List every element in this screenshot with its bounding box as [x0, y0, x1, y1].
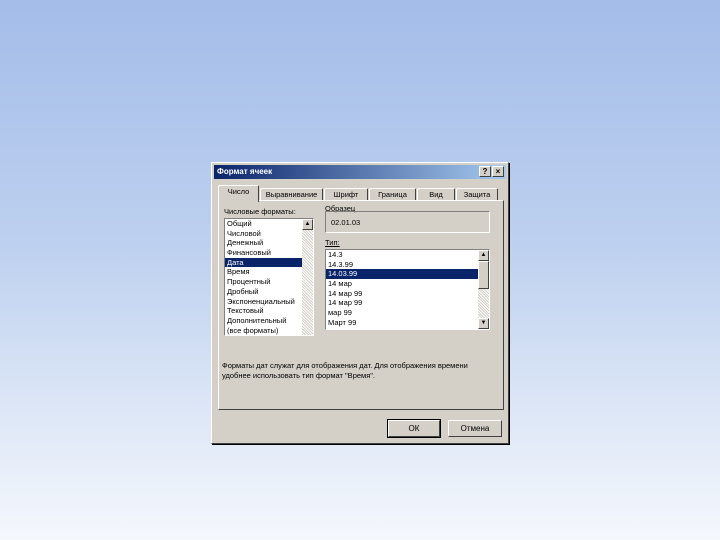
format-list-item[interactable]: Дробный [225, 287, 313, 297]
scroll-down-button[interactable]: ▼ [478, 318, 489, 329]
format-list-item[interactable]: Экспоненциальный [225, 297, 313, 307]
scroll-up-button[interactable]: ▲ [302, 219, 313, 230]
format-list-item[interactable]: Денежный [225, 238, 313, 248]
dialog-title: Формат ячеек [217, 167, 273, 176]
type-scrollbar[interactable]: ▲ ▼ [478, 250, 489, 329]
format-list-item[interactable]: Общий [225, 219, 313, 229]
type-list-item[interactable]: 14.3 [326, 250, 489, 260]
dialog-titlebar[interactable]: Формат ячеек ? × [214, 165, 506, 179]
scroll-thumb[interactable] [478, 261, 489, 289]
description-line-2: удобнее использовать тип формат "Время". [222, 371, 375, 380]
close-button[interactable]: × [492, 166, 504, 177]
formats-label: Числовые форматы: [224, 207, 296, 216]
formats-listbox[interactable]: Общий Числовой Денежный Финансовый Дата Время… [224, 218, 314, 336]
formats-scrollbar[interactable]: ▲ [302, 219, 313, 335]
type-list-item[interactable]: 14 мар [326, 279, 489, 289]
type-list-item[interactable]: 14 мар 99 [326, 289, 489, 299]
format-list-item[interactable]: Дата [225, 257, 313, 268]
format-list-item[interactable]: Текстовый [225, 306, 313, 316]
format-description: Форматы дат служат для отображения дат. … [222, 361, 468, 381]
tab-panel-number: Числовые форматы: Общий Числовой Денежный Ф… [218, 200, 504, 410]
tab-number[interactable]: Число [218, 185, 259, 202]
close-icon: × [495, 167, 501, 176]
arrow-up-icon: ▲ [480, 252, 487, 258]
format-cells-dialog: Формат ячеек ? × Число Выравнивание Шриф… [211, 162, 509, 444]
type-label: Тип: [325, 238, 340, 247]
format-list-item[interactable]: Дополнительный [225, 316, 313, 326]
format-list-item[interactable]: Время [225, 267, 313, 277]
type-list-item[interactable]: мар 99 [326, 308, 489, 318]
format-list-item[interactable]: Числовой [225, 229, 313, 239]
ok-button[interactable]: ОК [387, 419, 441, 438]
cancel-button[interactable]: Отмена [448, 420, 502, 437]
type-list-item[interactable]: 14.3.99 [326, 260, 489, 270]
sample-value: 02.01.03 [331, 218, 361, 227]
scroll-up-button[interactable]: ▲ [478, 250, 489, 261]
type-list-item[interactable]: Март 99 [326, 318, 489, 328]
format-list-item[interactable]: (все форматы) [225, 326, 313, 335]
type-listbox[interactable]: 14.3 14.3.99 14.03.99 14 мар 14 мар 99 14 мар… [325, 249, 490, 330]
arrow-down-icon: ▼ [480, 320, 487, 326]
format-list-item[interactable]: Процентный [225, 277, 313, 287]
description-line-1: Форматы дат служат для отображения дат. … [222, 361, 468, 370]
type-list-item[interactable]: 14.03.99 [326, 269, 489, 280]
arrow-up-icon: ▲ [304, 221, 311, 227]
sample-groupbox: 02.01.03 [325, 211, 490, 233]
type-list-item[interactable]: 14 мар 99 [326, 298, 489, 308]
format-list-item[interactable]: Финансовый [225, 248, 313, 258]
type-list: 14.3 14.3.99 14.03.99 14 мар 14 мар 99 14 мар… [326, 250, 489, 328]
help-button[interactable]: ? [479, 166, 491, 177]
formats-list: Общий Числовой Денежный Финансовый Дата Время… [225, 219, 313, 335]
